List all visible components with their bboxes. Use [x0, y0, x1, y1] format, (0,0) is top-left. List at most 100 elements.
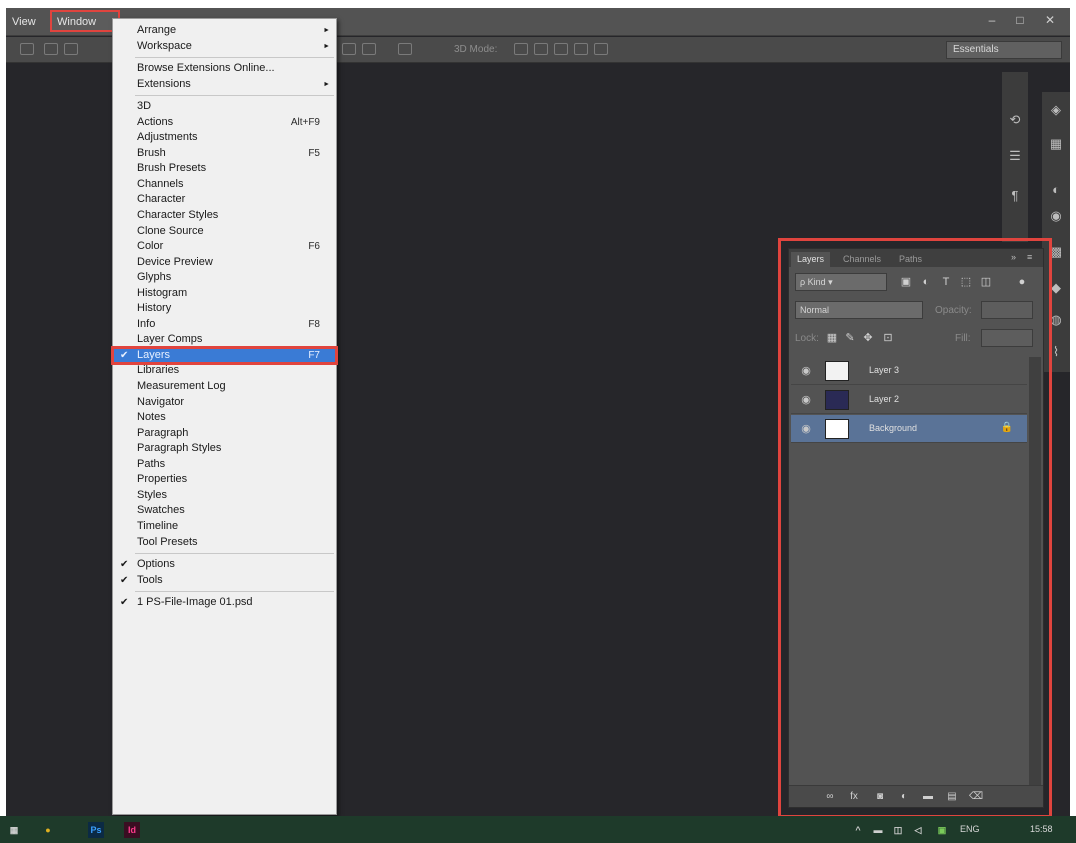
lock-transparent-icon[interactable]: ▦ [825, 331, 839, 345]
menu-item-paragraph-styles[interactable]: Paragraph Styles [113, 441, 336, 457]
menu-item-brush[interactable]: Brush F5 [113, 146, 336, 162]
color-icon[interactable]: ◐ [1048, 182, 1064, 198]
3d-icon[interactable]: ◈ [1048, 102, 1064, 118]
layer-row-layer-2[interactable]: ◉ Layer 2 [791, 386, 1027, 414]
layer-row-layer-3[interactable]: ◉ Layer 3 [791, 357, 1027, 385]
menu-item-properties[interactable]: Properties [113, 472, 336, 488]
new-group-icon[interactable]: ▬ [921, 790, 935, 804]
tab-channels[interactable]: Channels [837, 252, 887, 267]
menu-item-measurement-log[interactable]: Measurement Log [113, 379, 336, 395]
menu-window[interactable]: Window [50, 10, 120, 32]
panel-menu-icon[interactable]: ≡ [1027, 252, 1032, 262]
blend-mode-select[interactable]: Normal [795, 301, 923, 319]
3d-roll-icon[interactable] [534, 43, 548, 55]
indesign-taskbar-icon[interactable]: Id [124, 822, 140, 838]
distribute-icon[interactable] [342, 43, 356, 55]
properties-icon[interactable]: ☰ [1007, 148, 1023, 164]
menu-item-open-document[interactable]: ✔ 1 PS-File-Image 01.psd [113, 595, 336, 611]
layer-row-background[interactable]: ◉ Background 🔒 [791, 415, 1027, 443]
menu-item-tool-presets[interactable]: Tool Presets [113, 535, 336, 551]
menu-item-layer-comps[interactable]: Layer Comps [113, 332, 336, 348]
opacity-input[interactable] [981, 301, 1033, 319]
workspace-select[interactable]: Essentials [946, 41, 1062, 59]
type-filter-icon[interactable]: T [939, 275, 953, 289]
menu-item-browse-extensions[interactable]: Browse Extensions Online... [113, 61, 336, 77]
collapse-icon[interactable]: » [1011, 252, 1016, 262]
network-icon[interactable]: ◫ [890, 822, 906, 838]
adjustments-icon[interactable]: ▦ [1048, 136, 1064, 152]
menu-item-libraries[interactable]: Libraries [113, 363, 336, 379]
delete-layer-icon[interactable]: ⌫ [969, 790, 983, 804]
menu-item-device-preview[interactable]: Device Preview [113, 255, 336, 271]
notification-icon[interactable]: ▣ [934, 822, 950, 838]
menu-item-options[interactable]: ✔ Options [113, 557, 336, 573]
smart-object-filter-icon[interactable]: ◫ [979, 275, 993, 289]
menu-item-clone-source[interactable]: Clone Source [113, 224, 336, 240]
new-layer-icon[interactable]: ▤ [945, 790, 959, 804]
history-icon[interactable]: ⟲ [1007, 112, 1023, 128]
menu-item-actions[interactable]: Actions Alt+F9 [113, 115, 336, 131]
menu-item-history[interactable]: History [113, 301, 336, 317]
visibility-eye-icon[interactable]: ◉ [799, 393, 813, 407]
menu-item-paragraph[interactable]: Paragraph [113, 426, 336, 442]
show-hidden-icons[interactable]: ^ [850, 822, 866, 838]
3d-slide-icon[interactable] [574, 43, 588, 55]
lock-position-icon[interactable]: ✥ [861, 331, 875, 345]
menu-item-adjustments[interactable]: Adjustments [113, 130, 336, 146]
lock-all-icon[interactable]: ⊡ [881, 331, 895, 345]
minimize-icon[interactable]: – [982, 13, 1002, 27]
menu-item-tools[interactable]: ✔ Tools [113, 573, 336, 589]
volume-icon[interactable]: ◁ [910, 822, 926, 838]
menu-item-notes[interactable]: Notes [113, 410, 336, 426]
menu-item-swatches[interactable]: Swatches [113, 503, 336, 519]
link-layers-icon[interactable]: ∞ [823, 790, 837, 804]
character-icon[interactable]: ¶ [1007, 188, 1023, 204]
auto-align-icon[interactable] [398, 43, 412, 55]
photoshop-taskbar-icon[interactable]: Ps [88, 822, 104, 838]
close-icon[interactable]: ✕ [1040, 13, 1060, 27]
filter-toggle-icon[interactable]: ● [1015, 275, 1029, 289]
menu-item-glyphs[interactable]: Glyphs [113, 270, 336, 286]
battery-icon[interactable]: ▬ [870, 822, 886, 838]
menu-item-histogram[interactable]: Histogram [113, 286, 336, 302]
menu-item-extensions[interactable]: Extensions ► [113, 77, 336, 93]
clock[interactable]: 15:58 [1030, 824, 1053, 834]
menu-item-styles[interactable]: Styles [113, 488, 336, 504]
tab-paths[interactable]: Paths [893, 252, 928, 267]
lock-image-icon[interactable]: ✎ [843, 331, 857, 345]
swatches-icon[interactable]: ◉ [1048, 208, 1064, 224]
menu-view[interactable]: View [8, 13, 40, 31]
layer-style-icon[interactable]: fx [847, 790, 861, 804]
menu-item-character-styles[interactable]: Character Styles [113, 208, 336, 224]
menu-item-color[interactable]: Color F6 [113, 239, 336, 255]
tool-preset-icon[interactable] [20, 43, 34, 55]
3d-pan-icon[interactable] [554, 43, 568, 55]
menu-item-navigator[interactable]: Navigator [113, 395, 336, 411]
filter-kind-select[interactable]: ρ Kind ▾ [795, 273, 887, 291]
3d-rotate-icon[interactable] [514, 43, 528, 55]
adjustment-layer-icon[interactable]: ◐ [897, 790, 911, 804]
language-indicator[interactable]: ENG [960, 824, 980, 834]
menu-item-layers[interactable]: ✔ Layers F7 [111, 345, 338, 366]
shape-filter-icon[interactable]: ⬚ [959, 275, 973, 289]
add-mask-icon[interactable]: ◙ [873, 790, 887, 804]
layers-scrollbar[interactable] [1029, 357, 1041, 787]
fill-input[interactable] [981, 329, 1033, 347]
menu-item-workspace[interactable]: Workspace ► [113, 39, 336, 55]
align-center-icon[interactable] [64, 43, 78, 55]
visibility-eye-icon[interactable]: ◉ [799, 364, 813, 378]
visibility-eye-icon[interactable]: ◉ [799, 422, 813, 436]
pixel-filter-icon[interactable]: ▣ [899, 275, 913, 289]
3d-scale-icon[interactable] [594, 43, 608, 55]
menu-item-3d[interactable]: 3D [113, 99, 336, 115]
menu-item-brush-presets[interactable]: Brush Presets [113, 161, 336, 177]
restore-icon[interactable]: □ [1010, 13, 1030, 27]
start-icon[interactable]: ▦ [6, 822, 22, 838]
menu-item-arrange[interactable]: Arrange ► [113, 23, 336, 39]
menu-item-timeline[interactable]: Timeline [113, 519, 336, 535]
adjustment-filter-icon[interactable]: ◐ [919, 275, 933, 289]
menu-item-paths[interactable]: Paths [113, 457, 336, 473]
distribute-2-icon[interactable] [362, 43, 376, 55]
menu-item-character[interactable]: Character [113, 192, 336, 208]
align-left-icon[interactable] [44, 43, 58, 55]
